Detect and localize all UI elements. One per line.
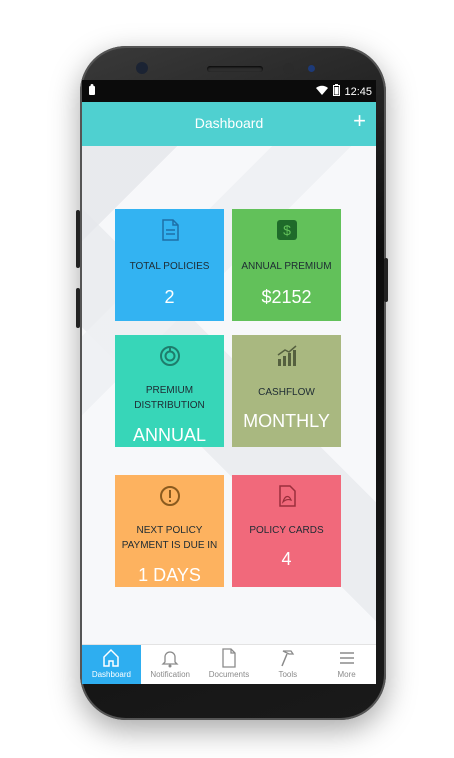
tile-label: CASHFLOW	[236, 385, 337, 400]
tile-label-line2: DISTRIBUTION	[119, 398, 220, 413]
policy-cards-tile[interactable]: POLICY CARDS 4	[232, 475, 341, 587]
tile-value: 1 DAYS	[115, 565, 224, 586]
nav-notification[interactable]: Notification	[141, 645, 200, 684]
nav-label: Documents	[209, 670, 249, 679]
cashflow-tile[interactable]: CASHFLOW MONTHLY	[232, 335, 341, 447]
battery-icon	[333, 84, 340, 99]
nav-documents[interactable]: Documents	[200, 645, 259, 684]
bottom-navigation: Dashboard Notification Documents Tools M…	[82, 644, 376, 684]
earpiece-speaker	[207, 66, 263, 72]
home-icon	[82, 648, 141, 670]
wifi-icon	[315, 85, 329, 99]
tile-label-line1: NEXT POLICY	[119, 523, 220, 538]
svg-text:$: $	[283, 222, 291, 238]
tile-value: ANNUAL	[115, 425, 224, 446]
alert-icon	[115, 485, 224, 511]
total-policies-tile[interactable]: TOTAL POLICIES 2	[115, 209, 224, 321]
pie-chart-icon	[115, 345, 224, 371]
pdf-icon	[232, 485, 341, 511]
dashboard-content: TOTAL POLICIES 2 $ ANNUAL PREMIUM $2152 …	[82, 146, 376, 644]
tile-label-line1: PREMIUM	[119, 383, 220, 398]
tile-value: 4	[232, 549, 341, 570]
power-button	[384, 258, 388, 302]
tile-label: ANNUAL PREMIUM	[236, 259, 337, 274]
tile-value: MONTHLY	[232, 411, 341, 432]
premium-distribution-tile[interactable]: PREMIUM DISTRIBUTION ANNUAL	[115, 335, 224, 447]
page-title: Dashboard	[82, 115, 376, 131]
iris-sensor	[308, 65, 315, 72]
status-bar: 12:45	[82, 80, 376, 102]
volume-down-button	[76, 288, 80, 328]
bar-chart-icon	[232, 345, 341, 371]
volume-up-button	[76, 210, 80, 268]
nav-label: Tools	[278, 670, 297, 679]
tile-label: POLICY CARDS	[236, 523, 337, 538]
front-sensor	[136, 62, 148, 74]
nav-dashboard[interactable]: Dashboard	[82, 645, 141, 684]
dollar-icon: $	[232, 219, 341, 245]
tile-label: TOTAL POLICIES	[119, 259, 220, 274]
plus-icon[interactable]: +	[353, 110, 366, 132]
menu-icon	[317, 648, 376, 670]
tile-value: 2	[115, 287, 224, 308]
app-header: Dashboard +	[82, 102, 376, 146]
tile-label-line2: PAYMENT IS DUE IN	[119, 538, 220, 553]
annual-premium-tile[interactable]: $ ANNUAL PREMIUM $2152	[232, 209, 341, 321]
file-icon	[200, 648, 259, 670]
front-camera	[283, 63, 294, 74]
nav-tools[interactable]: Tools	[258, 645, 317, 684]
nav-label: Notification	[150, 670, 190, 679]
nav-label: More	[337, 670, 355, 679]
document-icon	[115, 219, 224, 245]
nav-more[interactable]: More	[317, 645, 376, 684]
notification-icon	[88, 84, 96, 99]
bell-icon	[141, 648, 200, 670]
clock: 12:45	[344, 86, 372, 98]
nav-label: Dashboard	[92, 670, 131, 679]
screen: 12:45 Dashboard + TOTAL POLICIES 2 $ ANN…	[82, 80, 376, 684]
tile-value: $2152	[232, 287, 341, 308]
hammer-icon	[258, 648, 317, 670]
next-payment-tile[interactable]: NEXT POLICY PAYMENT IS DUE IN 1 DAYS	[115, 475, 224, 587]
